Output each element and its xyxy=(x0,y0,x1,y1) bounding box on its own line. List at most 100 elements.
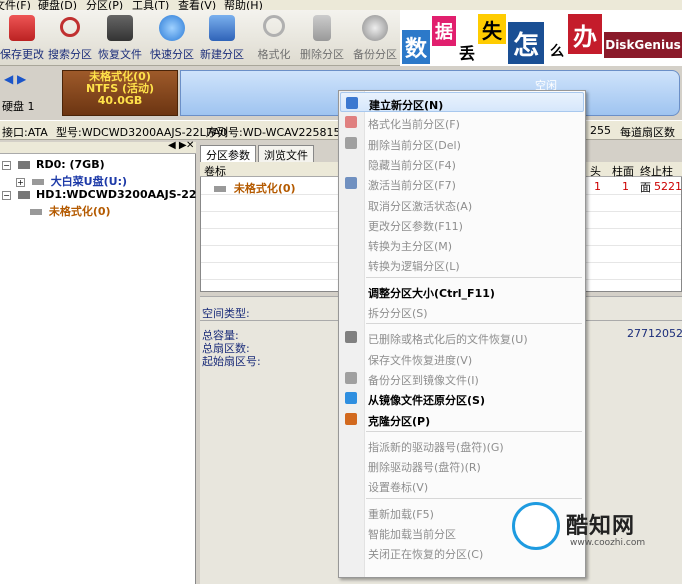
backup-icon xyxy=(362,15,388,41)
save-changes-button[interactable]: 保存更改 xyxy=(0,10,44,66)
context-menu-item-label: 转换为逻辑分区(L) xyxy=(368,260,460,274)
context-menu-item-label: 从镜像文件还原分区(S) xyxy=(368,394,485,408)
drive-icon xyxy=(214,186,226,192)
tab-browse-files[interactable]: 浏览文件 xyxy=(258,145,314,162)
banner-char: 据 xyxy=(432,16,456,46)
disk-icon xyxy=(17,191,30,199)
menu-view[interactable]: 查看(V) xyxy=(178,0,216,10)
activate-icon xyxy=(345,177,357,190)
menu-disk[interactable]: 硬盘(D) xyxy=(38,0,77,10)
disk-icon xyxy=(17,161,30,169)
search-icon xyxy=(60,17,80,37)
new-partition-icon xyxy=(209,15,235,41)
context-menu-item[interactable]: 转换为逻辑分区(L) xyxy=(340,254,584,274)
tab-partition-params[interactable]: 分区参数 xyxy=(200,145,256,162)
sector-value: 2771205212 xyxy=(627,327,682,340)
disk-label: 硬盘 1 xyxy=(2,100,35,113)
drive-icon xyxy=(31,179,44,185)
collapse-icon[interactable]: − xyxy=(2,190,11,200)
save-icon xyxy=(9,15,35,41)
tree-panel-header: ◀ ▶ ✕ xyxy=(0,140,196,154)
tree-item-usb[interactable]: + 大白菜U盘(U:) xyxy=(16,173,127,189)
context-menu-item-label: 调整分区大小(Ctrl_F11) xyxy=(368,286,495,300)
context-menu-item[interactable]: 格式化当前分区(F) xyxy=(340,112,584,132)
watermark-url: www.coozhi.com xyxy=(570,538,646,548)
banner-char: 怎 xyxy=(508,22,544,64)
context-menu-item-label: 保存文件恢复进度(V) xyxy=(368,353,473,367)
menu-separator xyxy=(366,323,582,325)
context-menu-item-label: 备份分区到镜像文件(I) xyxy=(368,373,479,387)
clone-icon xyxy=(345,412,357,425)
banner-char: 失 xyxy=(478,14,506,44)
new-partition-icon xyxy=(346,97,358,109)
context-menu-item-label: 转换为主分区(M) xyxy=(368,240,453,254)
partition-size: 40.0GB xyxy=(97,94,143,107)
serial-info: 序列号:WD-WCAV22581561 xyxy=(206,126,355,139)
context-menu-item[interactable]: 指派新的驱动器号(盘符)(G) xyxy=(340,435,584,455)
context-menu-item[interactable]: 拆分分区(S) xyxy=(340,301,584,321)
context-menu-item-label: 删除驱动器号(盘符)(R) xyxy=(368,461,481,475)
menu-partition[interactable]: 分区(P) xyxy=(86,0,123,10)
brand-logo: DiskGenius xyxy=(604,32,682,58)
context-menu-item[interactable]: 保存文件恢复进度(V) xyxy=(340,348,584,368)
context-menu-item[interactable]: 已删除或格式化后的文件恢复(U) xyxy=(340,327,584,347)
context-menu-item-label: 克隆分区(P) xyxy=(368,414,431,428)
tree-item-hd1[interactable]: − HD1:WDCWD3200AAJS-22L7A0 xyxy=(2,188,227,201)
model-info: 型号:WDCWD3200AAJS-22L7A0 xyxy=(56,126,228,139)
tree-item-unformatted[interactable]: 未格式化(0) xyxy=(30,203,111,219)
context-menu-item[interactable]: 从镜像文件还原分区(S) xyxy=(340,388,584,408)
menu-help[interactable]: 帮助(H) xyxy=(224,0,263,10)
interface-info: 接口:ATA xyxy=(2,126,48,139)
expand-icon[interactable]: + xyxy=(16,177,25,187)
trash-icon xyxy=(345,136,357,149)
trash-icon xyxy=(313,15,331,41)
context-menu-item[interactable]: 调整分区大小(Ctrl_F11) xyxy=(340,281,584,301)
table-row[interactable]: 未格式化(0) xyxy=(214,180,296,196)
sectors-value: 255 xyxy=(590,124,611,137)
context-menu-item[interactable]: 激活当前分区(F7) xyxy=(340,173,584,193)
new-partition-button[interactable]: 新建分区 xyxy=(198,10,246,66)
context-menu-item-label: 智能加载当前分区 xyxy=(368,528,456,541)
format-button[interactable]: 格式化 xyxy=(252,10,296,66)
context-menu-item-label: 格式化当前分区(F) xyxy=(368,118,460,132)
context-menu-item[interactable]: 更改分区参数(F11) xyxy=(340,214,584,234)
collapse-icon[interactable]: − xyxy=(2,160,11,170)
context-menu-item-label: 建立新分区(N) xyxy=(369,99,444,112)
context-menu-item[interactable]: 建立新分区(N) xyxy=(340,92,584,112)
context-menu-item-label: 已删除或格式化后的文件恢复(U) xyxy=(368,333,528,347)
space-type-label: 空间类型: xyxy=(202,307,250,320)
context-menu-item[interactable]: 转换为主分区(M) xyxy=(340,234,584,254)
menu-file[interactable]: 文件(F) xyxy=(0,0,31,10)
recover-files-button[interactable]: 恢复文件 xyxy=(96,10,144,66)
restore-icon xyxy=(345,392,357,405)
recover-icon xyxy=(107,15,133,41)
menu-separator xyxy=(366,276,582,278)
menu-separator xyxy=(366,497,582,499)
context-menu-item[interactable]: 设置卷标(V) xyxy=(340,475,584,495)
col-volume: 卷标 xyxy=(204,165,226,178)
context-menu-item[interactable]: 备份分区到镜像文件(I) xyxy=(340,368,584,388)
watermark-logo xyxy=(512,502,560,550)
menu-tools[interactable]: 工具(T) xyxy=(132,0,169,10)
context-menu-item[interactable]: 删除驱动器号(盘符)(R) xyxy=(340,455,584,475)
context-menu-item-label: 指派新的驱动器号(盘符)(G) xyxy=(368,440,504,454)
partition-block[interactable]: 未格式化(0) NTFS (活动) 40.0GB xyxy=(62,70,178,116)
quick-partition-button[interactable]: 快速分区 xyxy=(148,10,196,66)
banner-ad[interactable]: 数 据 丢 失 怎 么 办 DiskGenius xyxy=(400,10,682,66)
context-menu-item[interactable]: 取消分区激活状态(A) xyxy=(340,194,584,214)
banner-char: 办 xyxy=(568,14,602,54)
search-partition-button[interactable]: 搜索分区 xyxy=(46,10,94,66)
tree-item-rd0[interactable]: − RD0: (7GB) xyxy=(2,158,105,171)
context-menu-item[interactable]: 隐藏当前分区(F4) xyxy=(340,153,584,173)
format-icon xyxy=(345,116,357,129)
context-menu-item-label: 关闭正在恢复的分区(C) xyxy=(368,548,484,562)
col-head: 头 xyxy=(590,165,601,178)
disk-nav-arrows[interactable]: ◀ ▶ xyxy=(4,72,26,86)
pin-icon[interactable]: ◀ ▶ xyxy=(168,140,187,151)
row-value: 1 xyxy=(622,180,629,193)
context-menu-item[interactable]: 删除当前分区(Del) xyxy=(340,133,584,153)
context-menu-item[interactable]: 克隆分区(P) xyxy=(340,409,584,429)
delete-partition-button[interactable]: 删除分区 xyxy=(298,10,346,66)
backup-partition-button[interactable]: 备份分区 xyxy=(350,10,400,66)
close-icon[interactable]: ✕ xyxy=(186,140,194,151)
